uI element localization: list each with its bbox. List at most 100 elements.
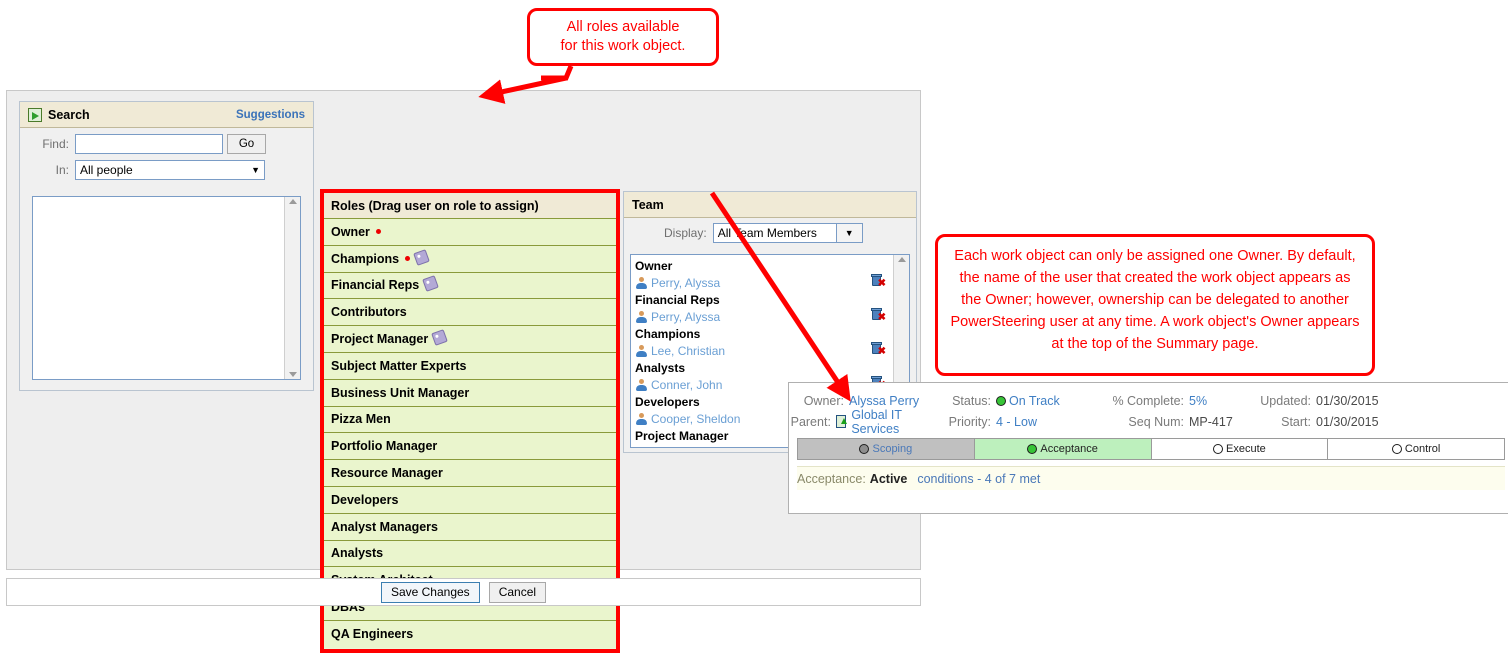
user-icon	[635, 379, 647, 391]
chevron-down-icon[interactable]: ▼	[836, 223, 863, 243]
role-label: Project Manager	[331, 332, 429, 347]
team-member-name[interactable]: Lee, Christian	[651, 343, 725, 360]
team-panel-header: Team	[624, 192, 916, 218]
search-input[interactable]	[75, 134, 223, 154]
parent-field: Parent: Global IT Services	[789, 408, 929, 436]
role-row-contributors[interactable]: Contributors	[324, 299, 616, 327]
stage-label: Acceptance	[1040, 443, 1098, 455]
condition-bar: Acceptance: Active conditions - 4 of 7 m…	[797, 466, 1505, 490]
role-row-portfolio-manager[interactable]: Portfolio Manager	[324, 433, 616, 461]
go-button[interactable]: Go	[227, 134, 266, 154]
callout-owner-text: Each work object can only be assigned on…	[950, 248, 1360, 352]
role-row-project-manager[interactable]: Project Manager	[324, 326, 616, 353]
form-button-bar: Save Changes Cancel	[6, 578, 921, 606]
start-value: 01/30/2015	[1316, 414, 1379, 429]
condition-prefix: Acceptance:	[797, 471, 866, 486]
role-label: Resource Manager	[331, 466, 443, 481]
owner-value[interactable]: Alyssa Perry	[849, 394, 919, 408]
role-row-analyst-managers[interactable]: Analyst Managers	[324, 513, 616, 541]
search-icon	[28, 107, 42, 122]
role-label: Contributors	[331, 305, 407, 320]
save-changes-button[interactable]: Save Changes	[380, 581, 480, 603]
search-results-list[interactable]	[33, 197, 284, 379]
priority-label: Priority:	[948, 414, 991, 429]
role-row-resource-manager[interactable]: Resource Manager	[324, 460, 616, 487]
role-row-business-unit-manager[interactable]: Business Unit Manager	[324, 379, 616, 407]
stage-acceptance[interactable]: Acceptance	[974, 439, 1152, 459]
search-panel: Search Suggestions Find: Go In: All peop…	[19, 101, 314, 391]
percent-complete-field: % Complete: 5%	[1099, 394, 1239, 408]
percent-complete-value[interactable]: 5%	[1189, 394, 1207, 408]
role-row-owner[interactable]: Owner	[324, 219, 616, 246]
search-results-scrollbar[interactable]	[284, 197, 300, 379]
scroll-up-icon[interactable]	[288, 199, 297, 204]
chevron-down-icon: ▼	[251, 165, 260, 175]
start-field: Start: 01/30/2015	[1239, 415, 1419, 429]
parent-value[interactable]: Global IT Services	[851, 408, 929, 436]
remove-member-button[interactable]: ✖	[871, 308, 886, 326]
find-row: Find: Go	[28, 134, 305, 154]
callout-roles-tail	[541, 65, 574, 81]
team-member-row: Perry, Alyssa ✖	[635, 308, 893, 326]
team-group-label: Analysts	[635, 361, 686, 375]
role-label: Portfolio Manager	[331, 439, 438, 454]
assign-roles-panel: Search Suggestions Find: Go In: All peop…	[6, 90, 921, 653]
team-member-name[interactable]: Perry, Alyssa	[651, 309, 720, 326]
role-row-analysts[interactable]: Analysts	[324, 540, 616, 568]
search-panel-title: Search	[48, 107, 90, 122]
priority-value[interactable]: 4 - Low	[996, 415, 1037, 429]
summary-row-2: Parent: Global IT Services Priority: 4 -…	[789, 408, 1508, 436]
find-label: Find:	[42, 137, 69, 151]
summary-fields: Owner: Alyssa Perry Status: On Track % C…	[789, 383, 1508, 436]
parent-up-arrow-icon	[835, 415, 848, 428]
seq-num-value: MP-417	[1189, 414, 1233, 429]
role-row-financial-reps[interactable]: Financial Reps	[324, 272, 616, 300]
stage-control[interactable]: Control	[1328, 439, 1504, 459]
callout-owner: Each work object can only be assigned on…	[935, 234, 1375, 376]
role-row-qa-engineers[interactable]: QA Engineers	[324, 620, 616, 648]
role-row-champions[interactable]: Champions	[324, 245, 616, 273]
stage-scoping[interactable]: Scoping	[798, 439, 975, 459]
seq-num-label: Seq Num:	[1128, 414, 1184, 429]
scope-select-value: All people	[80, 163, 133, 177]
role-row-subject-matter-experts[interactable]: Subject Matter Experts	[324, 352, 616, 380]
status-value[interactable]: On Track	[996, 394, 1060, 408]
owner-field: Owner: Alyssa Perry	[789, 394, 929, 408]
team-display-select[interactable]: All Team Members	[712, 223, 837, 243]
role-row-pizza-men[interactable]: Pizza Men	[324, 406, 616, 434]
tag-icon	[431, 329, 449, 346]
updated-field: Updated: 01/30/2015	[1239, 394, 1419, 408]
scope-select[interactable]: All people ▼	[75, 160, 265, 180]
trash-delete-icon[interactable]: ✖	[871, 342, 886, 357]
trash-delete-icon[interactable]: ✖	[871, 308, 886, 323]
role-label: Champions	[331, 251, 400, 266]
owner-label: Owner:	[803, 393, 844, 408]
stage-label: Execute	[1226, 443, 1266, 455]
status-value-text: On Track	[1009, 393, 1060, 408]
stage-execute[interactable]: Execute	[1151, 439, 1329, 459]
team-member-name[interactable]: Conner, John	[651, 377, 722, 394]
suggestions-link[interactable]: Suggestions	[236, 109, 305, 121]
role-row-developers[interactable]: Developers	[324, 486, 616, 514]
team-member-name[interactable]: Perry, Alyssa	[651, 275, 720, 292]
team-group-label: Owner	[635, 259, 673, 273]
required-dot-icon	[375, 228, 381, 234]
trash-delete-icon[interactable]: ✖	[871, 274, 886, 289]
scroll-up-icon[interactable]	[897, 257, 906, 262]
user-icon	[635, 311, 647, 323]
tag-icon	[413, 248, 430, 266]
role-label: Subject Matter Experts	[331, 358, 467, 373]
updated-value: 01/30/2015	[1316, 393, 1379, 408]
scroll-down-icon[interactable]	[288, 372, 297, 377]
team-group-label: Financial Reps	[635, 293, 720, 307]
status-green-dot-icon	[996, 395, 1006, 406]
remove-member-button[interactable]: ✖	[871, 342, 886, 360]
cancel-button[interactable]: Cancel	[488, 581, 547, 603]
conditions-link[interactable]: conditions - 4 of 7 met	[917, 472, 1040, 486]
role-label: Owner	[331, 224, 370, 239]
stage-label: Control	[1404, 443, 1441, 455]
team-member-name[interactable]: Cooper, Sheldon	[651, 411, 740, 428]
team-display-row: Display: All Team Members ▼	[624, 218, 916, 248]
remove-member-button[interactable]: ✖	[871, 274, 886, 292]
parent-label: Parent:	[790, 414, 831, 429]
